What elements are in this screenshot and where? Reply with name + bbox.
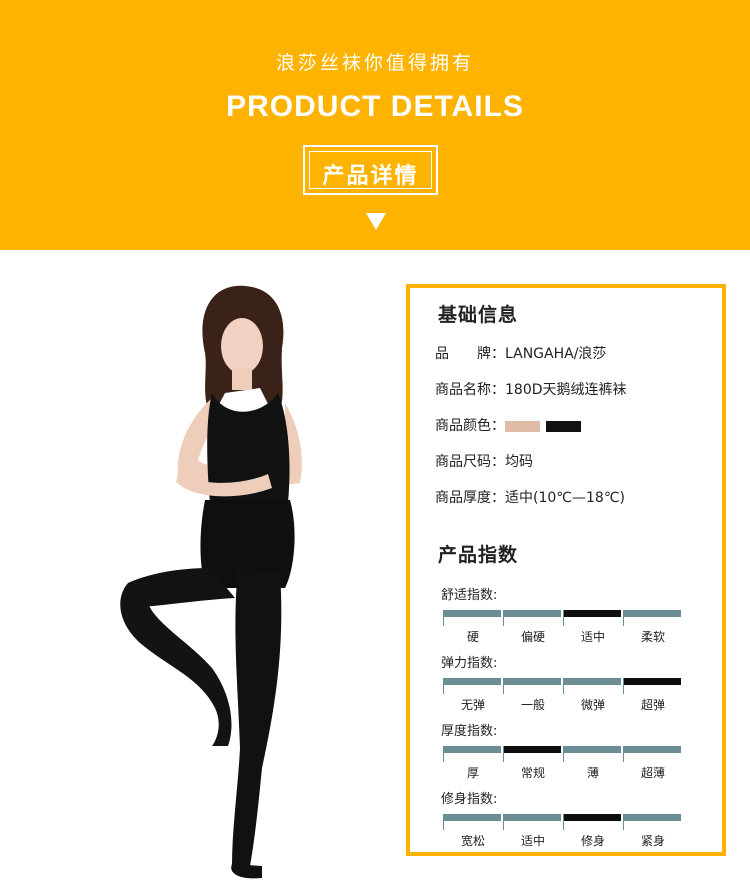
index-option-label: 常规 [520, 766, 545, 780]
index-segment [443, 610, 501, 617]
index-option-label: 薄 [586, 766, 599, 780]
index-segment-active [563, 610, 621, 617]
brand-row: 品 牌：LANGAHA/浪莎 [435, 343, 606, 363]
header-banner: 浪莎丝袜你值得拥有 PRODUCT DETAILS 产品详情 [0, 0, 750, 250]
index-option-label: 厚 [466, 766, 479, 780]
basic-info-heading: 基础信息 [438, 304, 519, 326]
index-label: 厚度指数: [441, 724, 498, 739]
index-option-label: 偏硬 [520, 630, 545, 644]
index-label: 弹力指数: [441, 656, 498, 671]
size-label: 商品尺码： [435, 454, 505, 470]
model-illustration [120, 285, 302, 879]
down-arrow-icon [366, 213, 386, 230]
header-subtitle: 浪莎丝袜你值得拥有 [275, 52, 474, 74]
index-segment [443, 746, 501, 753]
name-value: 180D天鹅绒连裤袜 [505, 382, 627, 398]
thickness-label: 商品厚度： [435, 490, 505, 506]
header-title-en: PRODUCT DETAILS [226, 90, 524, 123]
color-swatch-nude [505, 420, 540, 432]
index-bar: 无弹 一般 微弹 超弹 [443, 678, 681, 712]
index-option-label: 微弹 [580, 698, 605, 712]
index-bar: 宽松 适中 修身 紧身 [443, 814, 681, 848]
indices-heading: 产品指数 [438, 544, 519, 566]
brand-value: LANGAHA/浪莎 [505, 346, 607, 362]
index-segment [503, 814, 561, 821]
index-option-label: 适中 [580, 630, 605, 644]
name-row: 商品名称：180D天鹅绒连裤袜 [435, 379, 627, 399]
index-bar: 厚 常规 薄 超薄 [443, 746, 681, 780]
index-option-label: 修身 [580, 834, 605, 848]
index-segment [563, 678, 621, 685]
index-segment-active [503, 746, 561, 753]
index-segment [563, 746, 621, 753]
thickness-row: 商品厚度：适中(10℃—18℃) [435, 487, 625, 507]
index-option-label: 硬 [466, 630, 479, 644]
index-segment [623, 814, 681, 821]
index-option-label: 适中 [520, 834, 545, 848]
index-segment-active [623, 678, 681, 685]
index-option-label: 超薄 [640, 766, 665, 780]
header-title-box: 产品详情 [303, 145, 438, 195]
index-segment [503, 678, 561, 685]
index-segment [503, 610, 561, 617]
index-option-label: 无弹 [460, 698, 485, 712]
name-label: 商品名称： [435, 382, 505, 398]
index-label: 修身指数: [441, 792, 498, 807]
header-title-cn: 产品详情 [322, 164, 419, 189]
model-photo [0, 268, 395, 884]
index-label: 舒适指数: [441, 588, 498, 603]
index-segment [623, 746, 681, 753]
index-segment-active [563, 814, 621, 821]
color-row: 商品颜色： [435, 415, 581, 435]
index-option-label: 紧身 [640, 834, 665, 848]
size-row: 商品尺码：均码 [435, 451, 533, 471]
brand-label: 品 牌： [435, 346, 505, 362]
product-info-panel: 基础信息 品 牌：LANGAHA/浪莎 商品名称：180D天鹅绒连裤袜 商品颜色… [406, 284, 726, 856]
size-value: 均码 [505, 454, 533, 470]
index-bar: 硬 偏硬 适中 柔软 [443, 610, 681, 644]
index-segment [443, 678, 501, 685]
index-option-label: 柔软 [640, 630, 665, 644]
index-option-label: 一般 [520, 698, 545, 712]
color-label: 商品颜色： [435, 418, 505, 434]
index-option-label: 宽松 [460, 834, 485, 848]
thickness-value: 适中(10℃—18℃) [505, 490, 625, 506]
color-swatch-black [546, 420, 581, 432]
index-segment [623, 610, 681, 617]
index-segment [443, 814, 501, 821]
index-option-label: 超弹 [640, 698, 665, 712]
